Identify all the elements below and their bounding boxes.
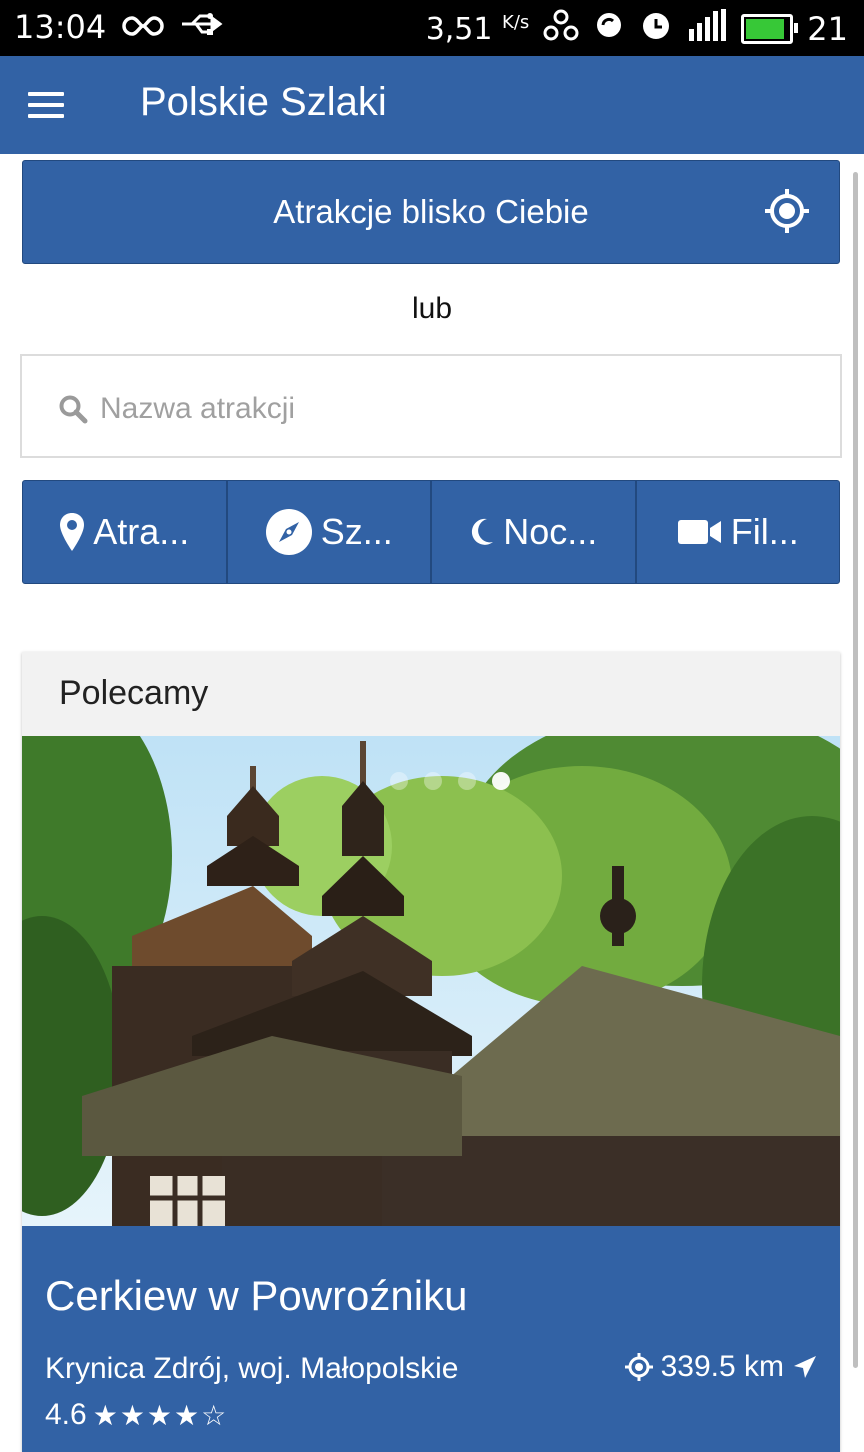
- sync-icon: [593, 9, 625, 49]
- attraction-distance: 339.5 km: [624, 1350, 818, 1384]
- carousel-dot-active[interactable]: [492, 772, 510, 790]
- attraction-rating: 4.6 ★★★★☆: [45, 1398, 228, 1432]
- battery-icon: [741, 14, 799, 44]
- category-buttons: Atra... Sz... Noc... Fil...: [22, 480, 840, 584]
- search-input[interactable]: [98, 386, 802, 432]
- carousel-dot[interactable]: [458, 772, 476, 790]
- category-label: Fil...: [730, 511, 799, 552]
- search-box[interactable]: [20, 354, 842, 458]
- hamburger-menu-icon[interactable]: [28, 92, 66, 120]
- app-title: Polskie Szlaki: [140, 80, 387, 124]
- carousel-dot[interactable]: [390, 772, 408, 790]
- video-camera-icon: [677, 520, 721, 544]
- clock: 13:04: [14, 8, 107, 46]
- carousel-indicators: [390, 772, 510, 790]
- network-icon: [543, 9, 579, 49]
- category-attractions-button[interactable]: Atra...: [23, 481, 228, 583]
- gps-target-icon: [765, 189, 809, 233]
- direction-arrow-icon: [794, 1356, 816, 1378]
- nearby-attractions-label: Atrakcje blisko Ciebie: [273, 193, 589, 230]
- attraction-name: Cerkiew w Powroźniku: [45, 1272, 468, 1319]
- nearby-attractions-button[interactable]: Atrakcje blisko Ciebie: [22, 160, 840, 264]
- category-label: Noc...: [503, 511, 598, 552]
- category-label: Sz...: [320, 511, 393, 552]
- status-bar: 13:04 3,51 K/s 21: [0, 0, 864, 56]
- compass-icon: [265, 509, 312, 555]
- featured-card: Polecamy Cerkiew w Powroźniku Krynica Zd…: [22, 652, 840, 1452]
- wooden-church-photo[interactable]: [22, 736, 840, 1226]
- moon-icon: [472, 518, 494, 545]
- alarm-icon: [639, 8, 673, 50]
- card-header: Polecamy: [22, 652, 840, 736]
- search-icon: [59, 395, 88, 424]
- carousel-dot[interactable]: [424, 772, 442, 790]
- category-accommodation-button[interactable]: Noc...: [432, 481, 637, 583]
- map-pin-icon: [60, 513, 85, 551]
- scrollbar[interactable]: [853, 172, 858, 1368]
- category-films-button[interactable]: Fil...: [637, 481, 840, 583]
- gps-target-icon: [624, 1353, 653, 1381]
- rating-value: 4.6: [45, 1398, 87, 1431]
- app-bar: Polskie Szlaki: [0, 56, 864, 154]
- category-trails-button[interactable]: Sz...: [228, 481, 432, 583]
- battery-level: 21: [807, 10, 848, 48]
- network-speed: 3,51 K/s: [425, 11, 530, 47]
- signal-icon: [687, 9, 727, 49]
- category-label: Atra...: [93, 511, 190, 552]
- attraction-location: Krynica Zdrój, woj. Małopolskie: [45, 1352, 459, 1385]
- distance-value: 339.5 km: [660, 1350, 784, 1383]
- or-separator: lub: [411, 292, 453, 325]
- infinity-icon: [120, 8, 166, 46]
- rating-stars-icon: ★★★★☆: [92, 1399, 229, 1431]
- attraction-info[interactable]: Cerkiew w Powroźniku Krynica Zdrój, woj.…: [22, 1226, 840, 1452]
- usb-icon: [180, 8, 226, 46]
- card-title: Polecamy: [59, 674, 209, 712]
